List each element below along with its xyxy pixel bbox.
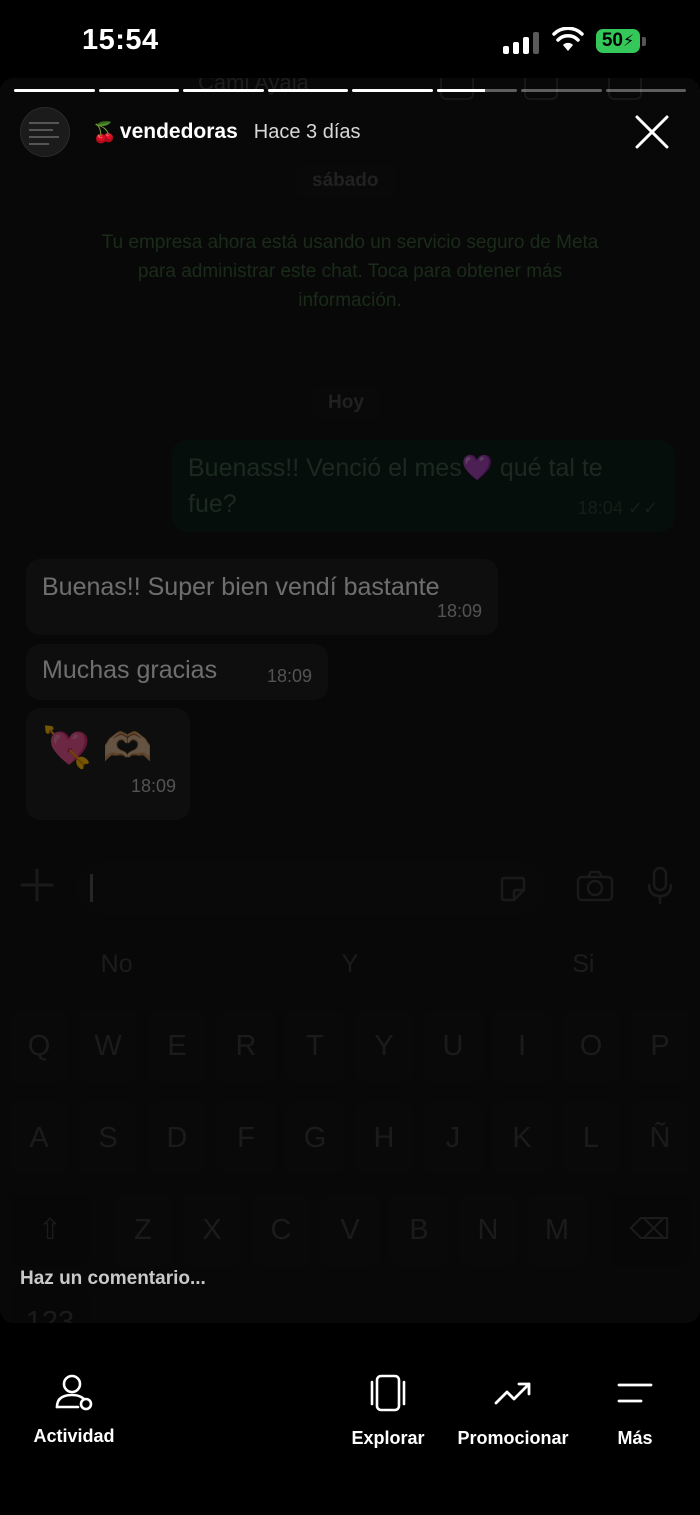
keyboard-key: B (390, 1194, 448, 1266)
chat-input-row (0, 860, 700, 916)
story-username[interactable]: 🍒 vendedoras (92, 120, 238, 145)
message-time: 18:09 (436, 601, 482, 621)
cellular-signal-icon (503, 30, 543, 54)
keyboard-key: Q (10, 1010, 68, 1082)
menu-icon (617, 1383, 653, 1403)
keyboard-key: P (631, 1010, 689, 1082)
message-text: Buenas!! Super bien vendí bastante (42, 573, 440, 601)
message-incoming: Muchas gracias 18:09 (26, 644, 328, 700)
message-incoming-emoji: 💘 🫶🏼 18:09 (26, 708, 190, 820)
numbers-key: 123 (10, 1286, 90, 1323)
suggestion: Si (572, 950, 595, 978)
shift-key: ⇧ (10, 1194, 90, 1266)
chat-screenshot: Cami Ayala sábado Tu empresa ahora está … (0, 78, 700, 1323)
nav-more-label: Más (617, 1428, 653, 1448)
day-label: Hoy (312, 386, 380, 420)
keyboard-key: T (286, 1010, 344, 1082)
battery-level: 50 (601, 30, 623, 51)
nav-promote-label: Promocionar (457, 1428, 569, 1448)
chat-contact-name: Cami Ayala (198, 78, 309, 95)
message-input (76, 862, 546, 914)
sticker-icon (500, 876, 526, 902)
keyboard-key: W (79, 1010, 137, 1082)
battery-icon: 50 ⚡ (596, 29, 640, 53)
keyboard-key: G (286, 1102, 344, 1174)
nav-activity-label: Actividad (33, 1426, 115, 1446)
camera-icon (576, 870, 614, 902)
close-icon[interactable] (632, 112, 672, 152)
nav-activity[interactable]: Actividad (22, 1373, 126, 1447)
cherry-emoji: 🍒 (92, 121, 117, 144)
keyboard-key: H (355, 1102, 413, 1174)
status-time: 15:54 (82, 24, 159, 56)
keyboard-key: E (148, 1010, 206, 1082)
avatar[interactable] (20, 107, 70, 157)
activity-icon (55, 1374, 93, 1411)
message-incoming: Buenas!! Super bien vendí bastante 18:09 (26, 559, 498, 635)
keyboard-key: S (79, 1102, 137, 1174)
progress-segment (352, 89, 433, 92)
keyboard-key: Ñ (631, 1102, 689, 1174)
keyboard-key: A (10, 1102, 68, 1174)
progress-segment (98, 89, 179, 92)
keyboard-key: I (493, 1010, 551, 1082)
status-bar: 15:54 50 ⚡ (0, 0, 700, 80)
keyboard-key: Y (355, 1010, 413, 1082)
keyboard-key: F (217, 1102, 275, 1174)
keyboard-key: D (148, 1102, 206, 1174)
plus-icon (20, 868, 54, 902)
keyboard-key: C (252, 1194, 310, 1266)
message-time: 18:09 (130, 776, 176, 796)
keyboard-key: R (217, 1010, 275, 1082)
suggestion: No (100, 950, 133, 978)
wifi-icon (552, 27, 584, 51)
keyboard-key: O (562, 1010, 620, 1082)
keyboard-key: X (183, 1194, 241, 1266)
explore-icon (370, 1374, 406, 1412)
message-time: 18:09 (266, 666, 312, 686)
nav-more[interactable]: Más (610, 1373, 660, 1449)
comment-input[interactable]: Haz un comentario... (20, 1268, 206, 1290)
story-header: 🍒 vendedoras Hace 3 días (20, 106, 686, 158)
microphone-icon (647, 866, 673, 904)
nav-explore-label: Explorar (351, 1428, 425, 1448)
story-progress-bar (14, 89, 686, 92)
keyboard-key: Z (114, 1194, 172, 1266)
keyboard-key: M (528, 1194, 586, 1266)
keyboard-key: J (424, 1102, 482, 1174)
message-time: 18:04 ✓✓ (577, 498, 658, 518)
trending-up-icon (494, 1382, 531, 1405)
suggestion: Y (341, 950, 359, 978)
keyboard: No Y Si Q W E R T Y U I O P A S D F G H J K L Ñ ⇧ Z X C V B N M ⌫ 123 (0, 928, 700, 1323)
progress-segment (436, 89, 517, 92)
username-text: vendedoras (119, 120, 238, 143)
progress-segment (521, 89, 602, 92)
bottom-nav: Actividad Explorar Promocionar Más (0, 1323, 700, 1515)
progress-segment (14, 89, 95, 92)
message-outgoing: Buenass!! Venció el mes💜 qué tal te fue?… (172, 440, 674, 532)
backspace-key: ⌫ (610, 1194, 690, 1266)
nav-explore[interactable]: Explorar (346, 1373, 430, 1449)
keyboard-key: K (493, 1102, 551, 1174)
keyboard-key: V (321, 1194, 379, 1266)
progress-segment (605, 89, 686, 92)
progress-segment (267, 89, 348, 92)
keyboard-key: L (562, 1102, 620, 1174)
system-message: Tu empresa ahora está usando un servicio… (101, 232, 599, 311)
keyboard-key: N (459, 1194, 517, 1266)
nav-promote[interactable]: Promocionar (454, 1373, 572, 1449)
progress-segment (183, 89, 264, 92)
story-viewer[interactable]: Cami Ayala sábado Tu empresa ahora está … (0, 78, 700, 1323)
keyboard-suggestions: No Y Si (0, 928, 700, 1000)
story-timestamp: Hace 3 días (253, 120, 361, 143)
day-label: sábado (296, 164, 395, 198)
keyboard-key: U (424, 1010, 482, 1082)
